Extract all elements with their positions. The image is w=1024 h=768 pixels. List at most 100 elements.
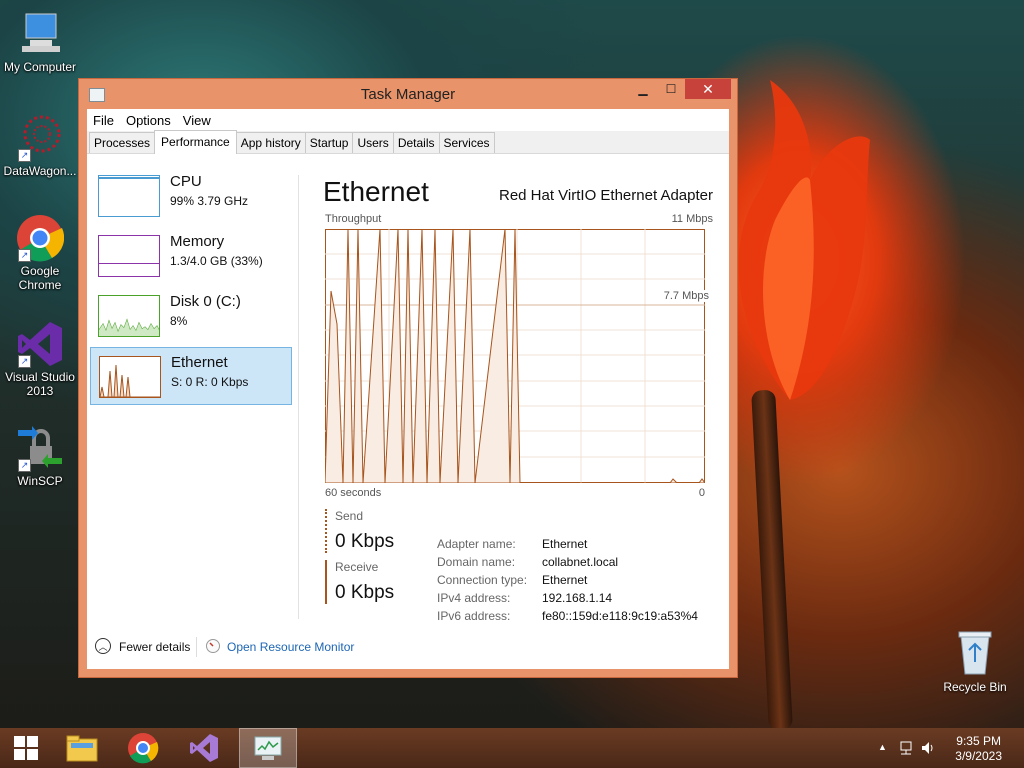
wallpaper-stem: [751, 389, 793, 731]
tab-startup[interactable]: Startup: [304, 132, 354, 153]
tab-services[interactable]: Services: [438, 132, 495, 153]
property-value: 192.168.1.14: [542, 591, 613, 605]
desktop-icon-label: WinSCP: [17, 474, 63, 488]
resource-monitor-icon[interactable]: [206, 639, 220, 653]
menu-view[interactable]: View: [177, 113, 217, 128]
property-key: Connection type:: [437, 573, 528, 587]
property-row: Connection type: Ethernet: [437, 573, 698, 591]
pane-divider: [298, 175, 299, 619]
tab-details[interactable]: Details: [392, 132, 440, 153]
visual-studio-icon: [190, 734, 218, 762]
computer-icon: [16, 10, 64, 58]
property-key: IPv4 address:: [437, 591, 511, 605]
fewer-details-button[interactable]: Fewer details: [119, 640, 190, 654]
clock-time: 9:35 PM: [956, 734, 1001, 748]
clock[interactable]: 9:35 PM 3/9/2023: [955, 734, 1002, 764]
desktop-icon-visual-studio[interactable]: ↗ Visual Studio 2013: [0, 320, 80, 398]
resource-item-cpu[interactable]: CPU 99% 3.79 GHz: [90, 167, 292, 225]
open-resource-monitor-link[interactable]: Open Resource Monitor: [227, 640, 354, 654]
desktop-icon-label: DataWagon...: [3, 164, 77, 178]
ethernet-thumbnail: [99, 356, 161, 398]
resource-value: 99% 3.79 GHz: [170, 194, 249, 208]
tab-app-history[interactable]: App history: [235, 132, 306, 153]
memory-thumbnail: [98, 235, 160, 277]
resource-name: Ethernet: [171, 354, 228, 371]
taskbar-task-manager[interactable]: [239, 728, 297, 768]
task-manager-icon: [254, 736, 282, 760]
send-label: Send: [335, 509, 364, 523]
menu-bar: File Options View: [87, 109, 729, 131]
system-tray: ▲ 9:35 PM 3/9/2023: [864, 728, 1024, 768]
taskbar-visual-studio[interactable]: [178, 728, 230, 768]
resource-value: 8%: [170, 314, 188, 328]
resource-item-disk[interactable]: Disk 0 (C:) 8%: [90, 287, 292, 345]
resource-item-ethernet[interactable]: Ethernet S: 0 R: 0 Kbps: [90, 347, 292, 405]
graph-max-label: 11 Mbps: [671, 213, 713, 225]
desktop-icon-label: My Computer: [3, 60, 77, 74]
recycle-bin-icon: [955, 630, 995, 676]
wallpaper-tulip: [738, 80, 870, 400]
property-value: Ethernet: [542, 537, 588, 551]
property-value: fe80::159d:e118:9c19:a53%4: [542, 609, 698, 623]
menu-file[interactable]: File: [87, 113, 120, 128]
graph-label: Throughput: [325, 213, 382, 225]
shortcut-arrow-icon: ↗: [18, 355, 31, 368]
volume-icon[interactable]: [920, 740, 936, 756]
adapter-name: Red Hat VirtIO Ethernet Adapter: [498, 187, 713, 204]
taskbar-file-explorer[interactable]: [56, 728, 108, 768]
tab-users[interactable]: Users: [352, 132, 394, 153]
resource-item-memory[interactable]: Memory 1.3/4.0 GB (33%): [90, 227, 292, 285]
taskbar-chrome[interactable]: [117, 728, 169, 768]
winscp-icon: ↗: [16, 424, 64, 472]
shortcut-arrow-icon: ↗: [18, 459, 31, 472]
resource-list: CPU 99% 3.79 GHz Memory 1.3/4.0 GB (33%)…: [87, 155, 297, 613]
property-key: Domain name:: [437, 555, 516, 569]
windows-logo-icon: [14, 736, 38, 760]
close-button[interactable]: ✕: [685, 79, 731, 99]
property-key: Adapter name:: [437, 537, 516, 551]
clock-date: 3/9/2023: [955, 749, 1002, 763]
chevron-up-icon[interactable]: ︿: [95, 638, 111, 654]
chrome-icon: ↗: [16, 214, 65, 262]
show-hidden-icons-icon[interactable]: ▲: [878, 742, 887, 752]
desktop-icon-recycle-bin[interactable]: Recycle Bin: [940, 630, 1010, 694]
resource-name: Memory: [170, 233, 225, 250]
graph-mid-label: 7.7 Mbps: [661, 290, 711, 302]
desktop-icon-datawagon[interactable]: ↗ DataWagon...: [0, 114, 80, 178]
tab-processes[interactable]: Processes: [89, 132, 156, 153]
taskbar: ▲ 9:35 PM 3/9/2023: [0, 728, 1024, 768]
network-icon[interactable]: [898, 740, 914, 756]
property-value: Ethernet: [542, 573, 588, 587]
shortcut-arrow-icon: ↗: [18, 149, 31, 162]
send-stat: Send 0 Kbps: [325, 509, 422, 553]
graph-min-label: 0: [698, 487, 705, 499]
title-bar[interactable]: Task Manager ▁ ☐ ✕: [79, 79, 737, 109]
desktop-icon-label: Visual Studio 2013: [5, 370, 75, 398]
cpu-thumbnail: [98, 175, 160, 217]
menu-options[interactable]: Options: [120, 113, 177, 128]
desktop-icon-chrome[interactable]: ↗ Google Chrome: [0, 214, 80, 292]
send-value: 0 Kbps: [335, 531, 395, 552]
property-row: IPv6 address: fe80::159d:e118:9c19:a53%4: [437, 609, 698, 627]
window-footer: ︿ Fewer details Open Resource Monitor: [87, 629, 729, 665]
disk-thumbnail: [98, 295, 160, 337]
resource-value: S: 0 R: 0 Kbps: [171, 375, 249, 389]
throughput-graph: [325, 229, 705, 483]
property-row: Adapter name: Ethernet: [437, 537, 698, 555]
minimize-button[interactable]: ▁: [629, 79, 657, 99]
adapter-properties: Adapter name: Ethernet Domain name: coll…: [437, 537, 698, 627]
desktop-icon-my-computer[interactable]: My Computer: [0, 10, 80, 74]
folder-icon: [66, 735, 98, 762]
graph-time-span: 60 seconds: [325, 487, 382, 499]
resource-name: CPU: [170, 173, 202, 190]
tab-performance[interactable]: Performance: [154, 130, 237, 154]
maximize-button[interactable]: ☐: [657, 79, 685, 99]
property-value: collabnet.local: [542, 555, 619, 569]
desktop-icon-winscp[interactable]: ↗ WinSCP: [0, 424, 80, 488]
recycle-bin-label: Recycle Bin: [943, 680, 1007, 694]
receive-label: Receive: [335, 560, 379, 574]
window-client-area: File Options View Processes Performance …: [87, 109, 729, 669]
start-button[interactable]: [0, 728, 52, 768]
shortcut-arrow-icon: ↗: [18, 249, 31, 262]
detail-title: Ethernet: [323, 176, 429, 207]
